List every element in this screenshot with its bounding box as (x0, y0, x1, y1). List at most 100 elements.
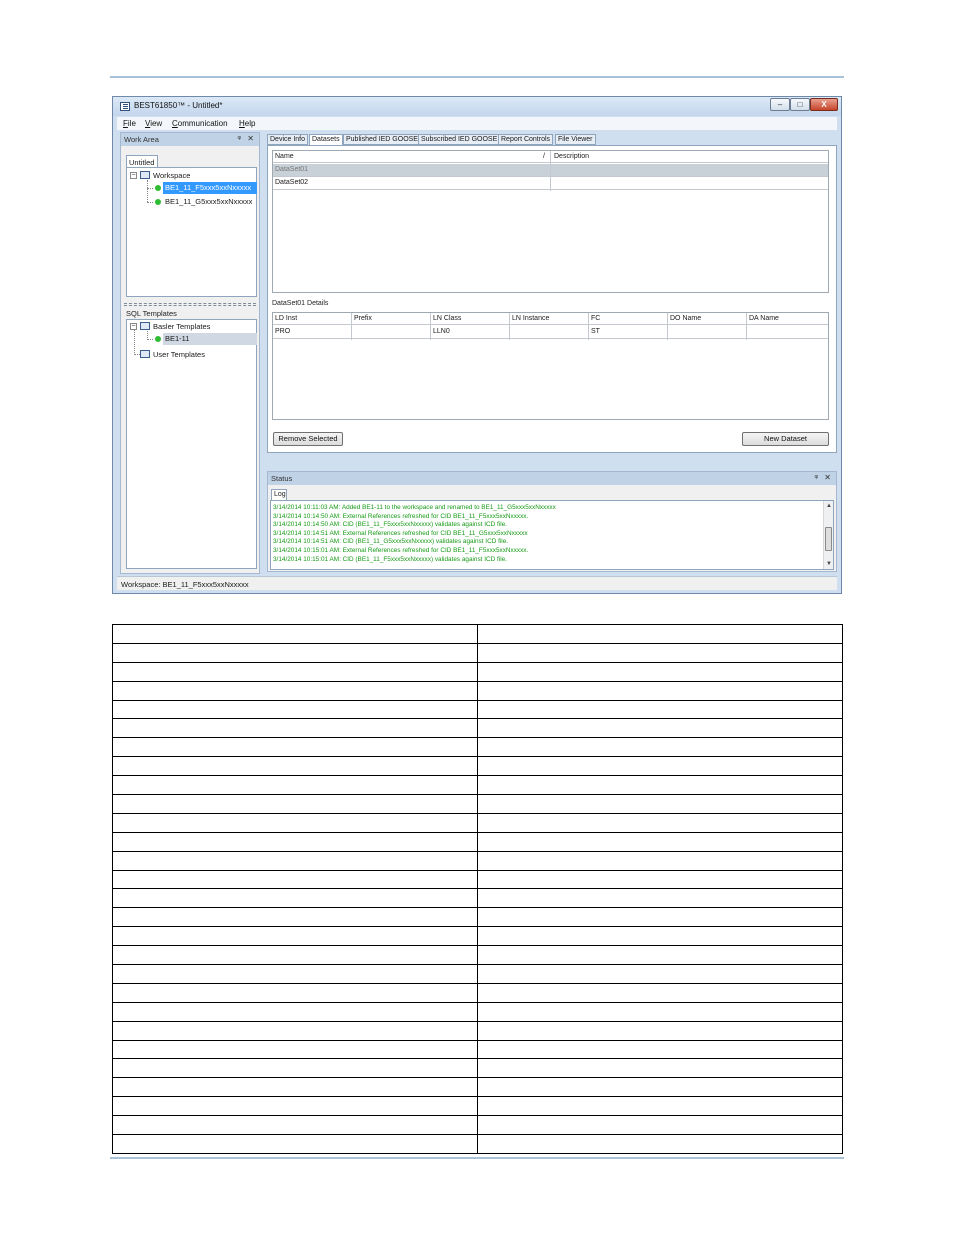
table-cell (112, 1077, 478, 1098)
table-cell (477, 624, 843, 644)
work-area-header: Work Area ᵠ ✕ (121, 133, 259, 146)
table-row (112, 624, 843, 644)
table-cell (477, 1001, 843, 1022)
table-cell (477, 982, 843, 1003)
sort-icon: / (543, 153, 545, 160)
table-cell (112, 756, 478, 777)
device-status-icon (155, 199, 161, 205)
menu-file[interactable]: File (123, 119, 136, 128)
table-row (112, 1077, 843, 1098)
column-do-name[interactable]: DO Name (668, 313, 746, 325)
workspace-icon (140, 171, 150, 179)
table-cell (112, 1039, 478, 1060)
column-fc[interactable]: FC (589, 313, 667, 325)
device-status-icon (155, 185, 161, 191)
tab-file-viewer[interactable]: File Viewer (555, 134, 596, 145)
sql-templates-title: SQL Templates (126, 309, 177, 318)
tab-subscribed-ied-goose[interactable]: Subscribed IED GOOSE (418, 134, 501, 145)
table-row (112, 794, 843, 814)
column-name[interactable]: Name (273, 151, 543, 163)
maximize-button[interactable]: □ (790, 98, 810, 111)
work-area-pane: Work Area ᵠ ✕ Untitled − Workspace BE1_1… (120, 132, 260, 574)
table-cell (477, 907, 843, 928)
table-row (112, 718, 843, 739)
tree-device-2[interactable]: BE1_11_G5xxx5xxNxxxxx (165, 196, 252, 208)
table-row (112, 737, 843, 758)
table-row[interactable]: PRO LLN0 ST (273, 326, 828, 339)
table-cell (477, 699, 843, 720)
column-da-name[interactable]: DA Name (747, 313, 825, 325)
tab-device-info[interactable]: Device Info (267, 134, 309, 145)
scroll-up-icon[interactable]: ▲ (825, 502, 833, 510)
tab-published-ied-goose[interactable]: Published IED GOOSE (343, 134, 421, 145)
bottom-rule (110, 1157, 844, 1159)
status-bar: Workspace: BE1_11_F5xxx5xxNxxxxx (117, 576, 837, 590)
table-cell (477, 812, 843, 833)
menu-view[interactable]: View (145, 119, 162, 128)
table-cell (477, 831, 843, 852)
table-cell (477, 1077, 843, 1098)
table-row (112, 680, 843, 701)
column-ln-class[interactable]: LN Class (431, 313, 509, 325)
table-cell (477, 1134, 843, 1154)
table-row (112, 661, 843, 682)
collapse-icon[interactable]: − (130, 323, 137, 330)
menu-help[interactable]: Help (239, 119, 255, 128)
pane-splitter[interactable] (124, 303, 256, 304)
scroll-thumb[interactable] (825, 527, 832, 551)
table-row (112, 1020, 843, 1041)
table-cell (477, 642, 843, 663)
table-cell (112, 624, 478, 644)
tree-device-1[interactable]: BE1_11_F5xxx5xxNxxxxx (163, 182, 257, 194)
title-bar[interactable]: BEST61850™ - Untitled* – □ X (113, 97, 841, 116)
table-cell (112, 794, 478, 814)
table-cell (477, 1039, 843, 1060)
table-cell (112, 907, 478, 928)
table-row (112, 1039, 843, 1060)
tab-report-controls[interactable]: Report Controls (498, 134, 554, 145)
scroll-down-icon[interactable]: ▼ (825, 560, 833, 568)
template-folder-icon (140, 322, 150, 330)
tab-log[interactable]: Log (271, 489, 287, 500)
table-cell (112, 850, 478, 871)
tree-be1-11[interactable]: BE1-11 (163, 333, 257, 345)
log-scrollbar[interactable]: ▲ ▼ (823, 501, 833, 569)
table-row (112, 756, 843, 777)
table-cell (477, 1096, 843, 1117)
work-area-title: Work Area (124, 135, 159, 144)
dataset-name: DataSet01 (275, 166, 309, 173)
table-row (112, 850, 843, 871)
table-cell (112, 1058, 478, 1079)
table-row (112, 869, 843, 890)
table-row (112, 1058, 843, 1079)
table-row (112, 945, 843, 966)
collapse-icon[interactable]: − (130, 172, 137, 179)
close-button[interactable]: X (810, 98, 838, 111)
log-output[interactable]: 3/14/2014 10:11:03 AM: Added BE1-11 to t… (270, 500, 834, 570)
table-row (112, 888, 843, 909)
tree-basler-templates[interactable]: Basler Templates (153, 321, 210, 333)
column-ln-instance[interactable]: LN Instance (510, 313, 588, 325)
table-cell (112, 642, 478, 663)
table-cell (477, 680, 843, 701)
table-row (112, 812, 843, 833)
table-cell (477, 1020, 843, 1041)
datasets-grid: Name / Description DataSet01 DataSet02 (272, 150, 829, 293)
table-cell (112, 680, 478, 701)
pin-close-icon[interactable]: ᵠ ✕ (238, 134, 256, 143)
table-row (112, 775, 843, 796)
column-description[interactable]: Description (552, 151, 822, 163)
column-prefix[interactable]: Prefix (352, 313, 430, 325)
tree-workspace[interactable]: Workspace (153, 170, 190, 182)
new-dataset-button[interactable]: New Dataset (742, 432, 829, 446)
pin-close-icon[interactable]: ᵠ ✕ (815, 473, 833, 482)
window-title: BEST61850™ - Untitled* (134, 101, 223, 110)
table-cell (477, 964, 843, 984)
column-ld-inst[interactable]: LD Inst (273, 313, 351, 325)
status-bar-text: Workspace: BE1_11_F5xxx5xxNxxxxx (121, 580, 249, 589)
table-row (112, 1096, 843, 1117)
remove-selected-button[interactable]: Remove Selected (273, 432, 343, 446)
tree-user-templates[interactable]: User Templates (153, 349, 205, 361)
menu-communication[interactable]: Communication (172, 119, 228, 128)
minimize-button[interactable]: – (770, 98, 790, 111)
